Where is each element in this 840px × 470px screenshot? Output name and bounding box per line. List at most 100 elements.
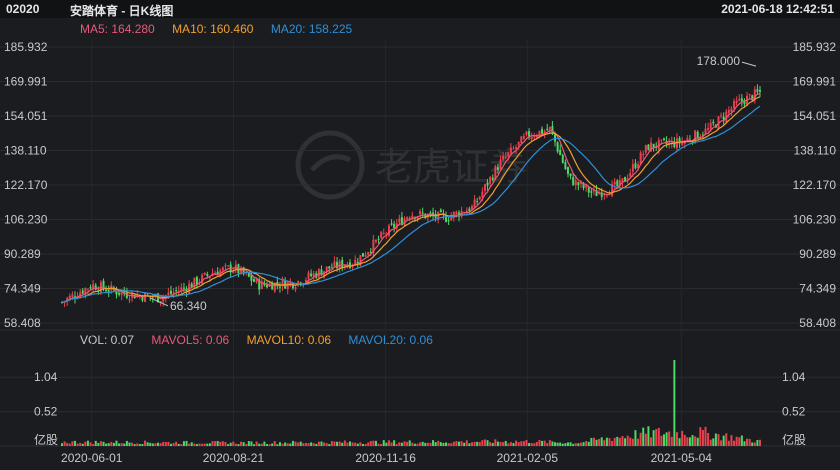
candle-body	[299, 282, 302, 285]
candle-body	[343, 265, 346, 268]
candle-body	[411, 215, 414, 220]
candle-body	[525, 131, 528, 135]
candles	[61, 84, 761, 308]
candle-body	[66, 298, 69, 302]
volume-bar	[592, 437, 595, 446]
volume-bar	[112, 442, 115, 446]
volume-bar	[172, 443, 175, 446]
volume-bar	[120, 443, 123, 446]
volume-bar	[195, 444, 198, 446]
candle-body	[590, 191, 593, 193]
candle-body	[413, 216, 416, 219]
volume-bar	[291, 440, 294, 446]
candle-body	[268, 283, 271, 287]
volume-bar	[307, 443, 310, 446]
y-tick-right: 58.408	[799, 316, 836, 330]
volume-bar	[535, 441, 538, 446]
volume-bar	[730, 435, 733, 446]
volume-bar	[650, 437, 653, 446]
candle-body	[214, 272, 217, 275]
candle-body	[110, 285, 113, 291]
candle-body	[696, 131, 699, 139]
volume-bar	[343, 440, 346, 446]
volume-bar	[465, 440, 468, 446]
candle-body	[216, 271, 219, 276]
candle-body	[94, 285, 97, 290]
volume-bar	[564, 443, 567, 446]
candle-body	[182, 287, 185, 289]
volume-bar	[548, 440, 551, 446]
volume-bar	[73, 440, 76, 446]
candle-body	[382, 232, 385, 234]
volume-bar	[442, 442, 445, 446]
volume-bar	[639, 432, 642, 446]
candle-body	[458, 212, 461, 217]
volume-bar	[374, 440, 377, 446]
candle-body	[489, 176, 492, 184]
volume-bar	[577, 443, 580, 446]
candle-body	[403, 218, 406, 226]
candle-body	[390, 223, 393, 225]
volume-bar	[634, 430, 637, 446]
candle-body	[387, 225, 390, 236]
volume-bar	[533, 443, 536, 446]
volume-bar	[107, 443, 110, 446]
candle-body	[608, 194, 611, 196]
volume-bar	[328, 444, 331, 446]
volume-bar	[144, 440, 147, 446]
candle-body	[678, 138, 681, 144]
volume-bar	[406, 441, 409, 446]
candle-body	[559, 149, 562, 156]
candle-body	[600, 192, 603, 197]
candle-body	[727, 110, 730, 113]
candle-body	[229, 264, 232, 273]
candle-body	[494, 166, 497, 180]
candle-body	[255, 278, 258, 283]
candle-body	[169, 290, 172, 294]
volume-bar	[496, 441, 499, 446]
volume-bar	[138, 444, 141, 446]
volume-bar	[110, 441, 113, 446]
x-tick-label: 2021-05-04	[651, 451, 713, 465]
candle-body	[224, 265, 227, 267]
ma20-line	[61, 105, 761, 303]
candle-body	[618, 180, 621, 187]
volume-bar	[470, 442, 473, 446]
candle-body	[310, 273, 313, 277]
volume-bar	[460, 441, 463, 446]
candle-body	[621, 178, 624, 183]
candle-body	[356, 261, 359, 264]
candle-body	[579, 182, 582, 184]
candle-body	[681, 141, 684, 145]
candle-body	[657, 140, 660, 150]
candle-body	[367, 252, 370, 256]
candle-body	[105, 289, 108, 292]
y-tick-right: 122.170	[793, 178, 837, 192]
candle-body	[673, 141, 676, 147]
volume-bar	[118, 443, 121, 446]
candle-body	[372, 239, 375, 253]
candle-body	[694, 130, 697, 143]
candle-body	[89, 287, 92, 289]
timestamp: 2021-06-18 12:42:51	[721, 2, 834, 16]
volume-bar	[338, 441, 341, 446]
candle-body	[748, 94, 751, 96]
candle-body	[227, 265, 230, 267]
volume-bar	[356, 443, 359, 446]
volume-bar	[419, 442, 422, 446]
volume-bar	[203, 443, 206, 446]
candle-body	[323, 271, 326, 277]
volume-bar	[455, 440, 458, 446]
volume-bar	[515, 440, 518, 446]
chart-canvas: 老虎证券 185.932 185.932 169.991 169.991 154.051…	[0, 39, 840, 465]
candle-body	[232, 270, 235, 273]
candle-body	[245, 272, 248, 274]
candle-body	[206, 273, 209, 276]
volume-bar	[662, 434, 665, 446]
candle-body	[276, 281, 279, 285]
candle-body	[574, 180, 577, 186]
volume-bar	[400, 442, 403, 446]
candle-body	[548, 126, 551, 130]
candle-body	[707, 128, 710, 130]
candle-body	[637, 164, 640, 169]
